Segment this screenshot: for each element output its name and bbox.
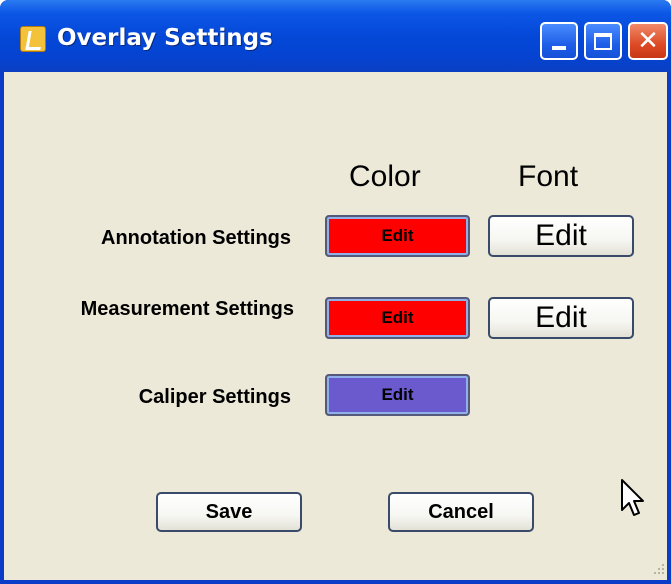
dialog-content: Color Font Annotation Settings Edit Edit… [4, 72, 667, 580]
maximize-button[interactable] [584, 22, 622, 60]
annotation-color-edit-button[interactable]: Edit [325, 215, 470, 257]
measurement-font-edit-button[interactable]: Edit [488, 297, 634, 339]
measurement-color-edit-button[interactable]: Edit [325, 297, 470, 339]
color-column-header: Color [349, 160, 421, 193]
save-button[interactable]: Save [156, 492, 302, 532]
close-icon: ✕ [637, 26, 659, 56]
caliper-color-edit-button[interactable]: Edit [325, 374, 470, 416]
minimize-icon [552, 46, 566, 50]
window-title: Overlay Settings [57, 25, 273, 51]
overlay-settings-window: Overlay Settings ✕ Color Font Annotation… [0, 0, 671, 584]
close-button[interactable]: ✕ [628, 22, 668, 60]
caliper-settings-label: Caliper Settings [138, 386, 291, 408]
title-bar[interactable]: Overlay Settings ✕ [0, 0, 671, 72]
resize-grip-icon[interactable] [648, 560, 666, 578]
cancel-button[interactable]: Cancel [388, 492, 534, 532]
font-column-header: Font [518, 160, 579, 193]
annotation-font-edit-button[interactable]: Edit [488, 215, 634, 257]
minimize-button[interactable] [540, 22, 578, 60]
measurement-settings-label: Measurement Settings [80, 298, 294, 320]
mouse-pointer-icon [621, 479, 644, 516]
maximize-icon [594, 32, 612, 50]
app-icon[interactable] [20, 26, 46, 52]
annotation-settings-label: Annotation Settings [101, 227, 291, 249]
